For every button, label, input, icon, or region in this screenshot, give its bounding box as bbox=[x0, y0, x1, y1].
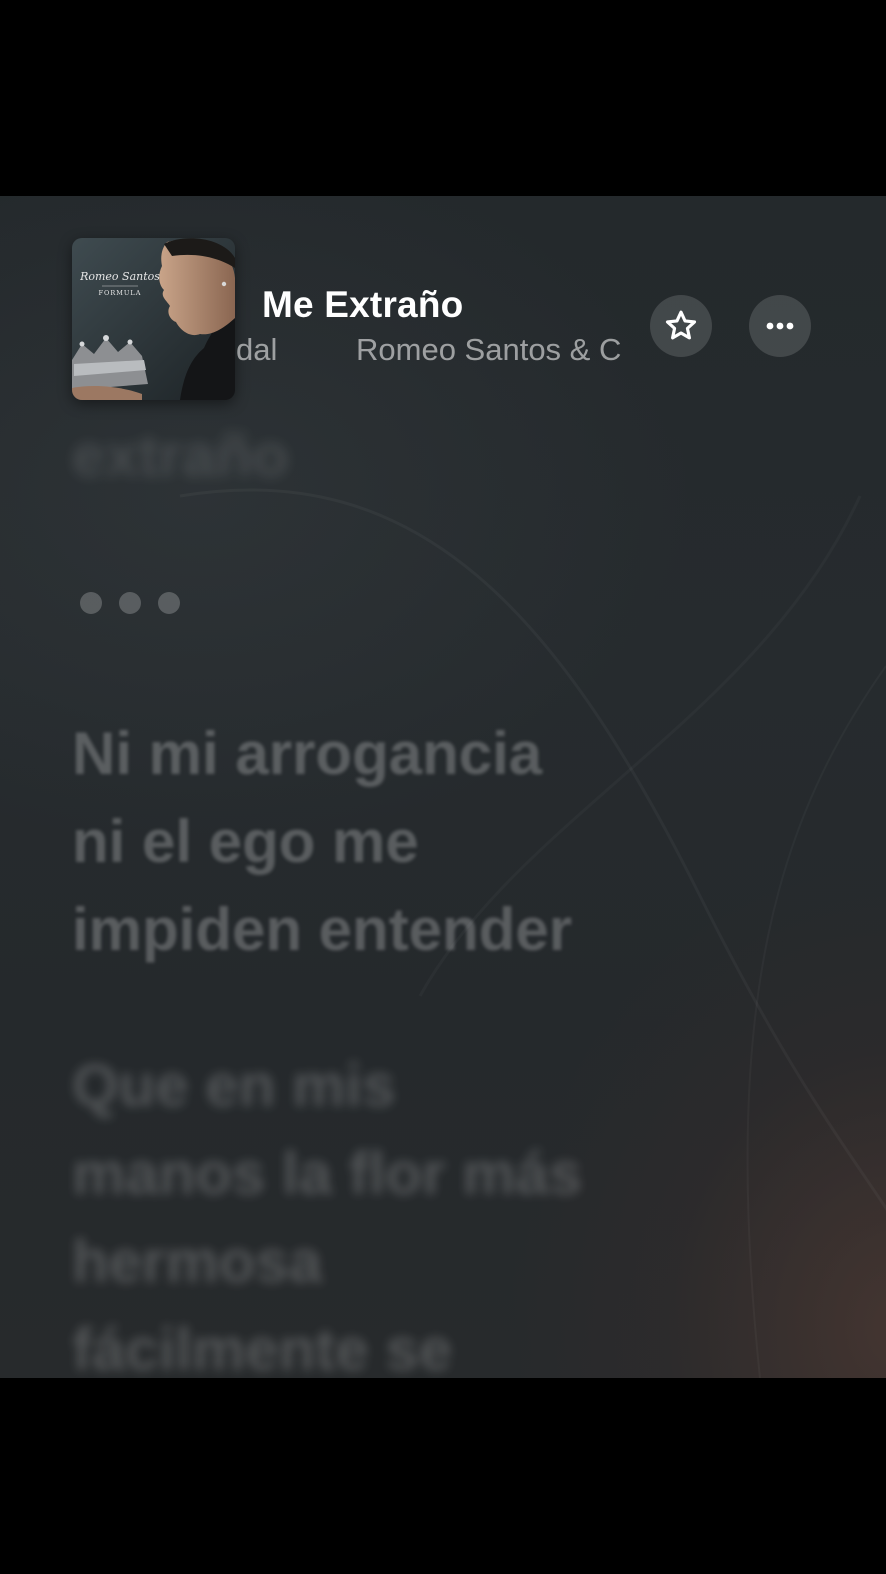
album-name-fragment: dal bbox=[236, 332, 278, 367]
lyric-line[interactable]: Ni mi arrogancia bbox=[72, 710, 542, 798]
lyric-line[interactable]: impiden entender bbox=[72, 886, 572, 974]
artist-name: Romeo Santos & C bbox=[356, 332, 622, 367]
lyric-line[interactable]: hermosa bbox=[72, 1218, 322, 1306]
ellipsis-icon bbox=[766, 322, 794, 330]
track-subtitle-marquee: dal Romeo Santos & C bbox=[236, 330, 638, 374]
lyrics-screen: Romeo Santos FORMULA Me Extraño dal Rome… bbox=[0, 196, 886, 1378]
dot bbox=[80, 592, 102, 614]
dot bbox=[158, 592, 180, 614]
svg-text:Romeo Santos: Romeo Santos bbox=[79, 270, 160, 283]
album-cover-image: Romeo Santos FORMULA bbox=[72, 238, 235, 400]
svg-text:FORMULA: FORMULA bbox=[99, 289, 142, 297]
letterbox-bottom bbox=[0, 1378, 886, 1574]
track-title: Me Extraño bbox=[262, 284, 464, 325]
album-art[interactable]: Romeo Santos FORMULA bbox=[72, 238, 235, 400]
lyric-line[interactable]: fácilmente se bbox=[72, 1306, 452, 1378]
letterbox-top bbox=[0, 0, 886, 196]
lyric-line-previous[interactable]: extraño bbox=[72, 412, 289, 500]
lyric-line[interactable]: ni el ego me bbox=[72, 798, 419, 886]
lyric-line[interactable]: manos la flor más bbox=[72, 1130, 582, 1218]
lyric-line[interactable]: Que en mis bbox=[72, 1042, 395, 1130]
favorite-button[interactable] bbox=[650, 295, 712, 357]
instrumental-indicator bbox=[80, 592, 180, 614]
more-options-button[interactable] bbox=[749, 295, 811, 357]
star-outline-icon bbox=[665, 310, 697, 340]
dot bbox=[119, 592, 141, 614]
